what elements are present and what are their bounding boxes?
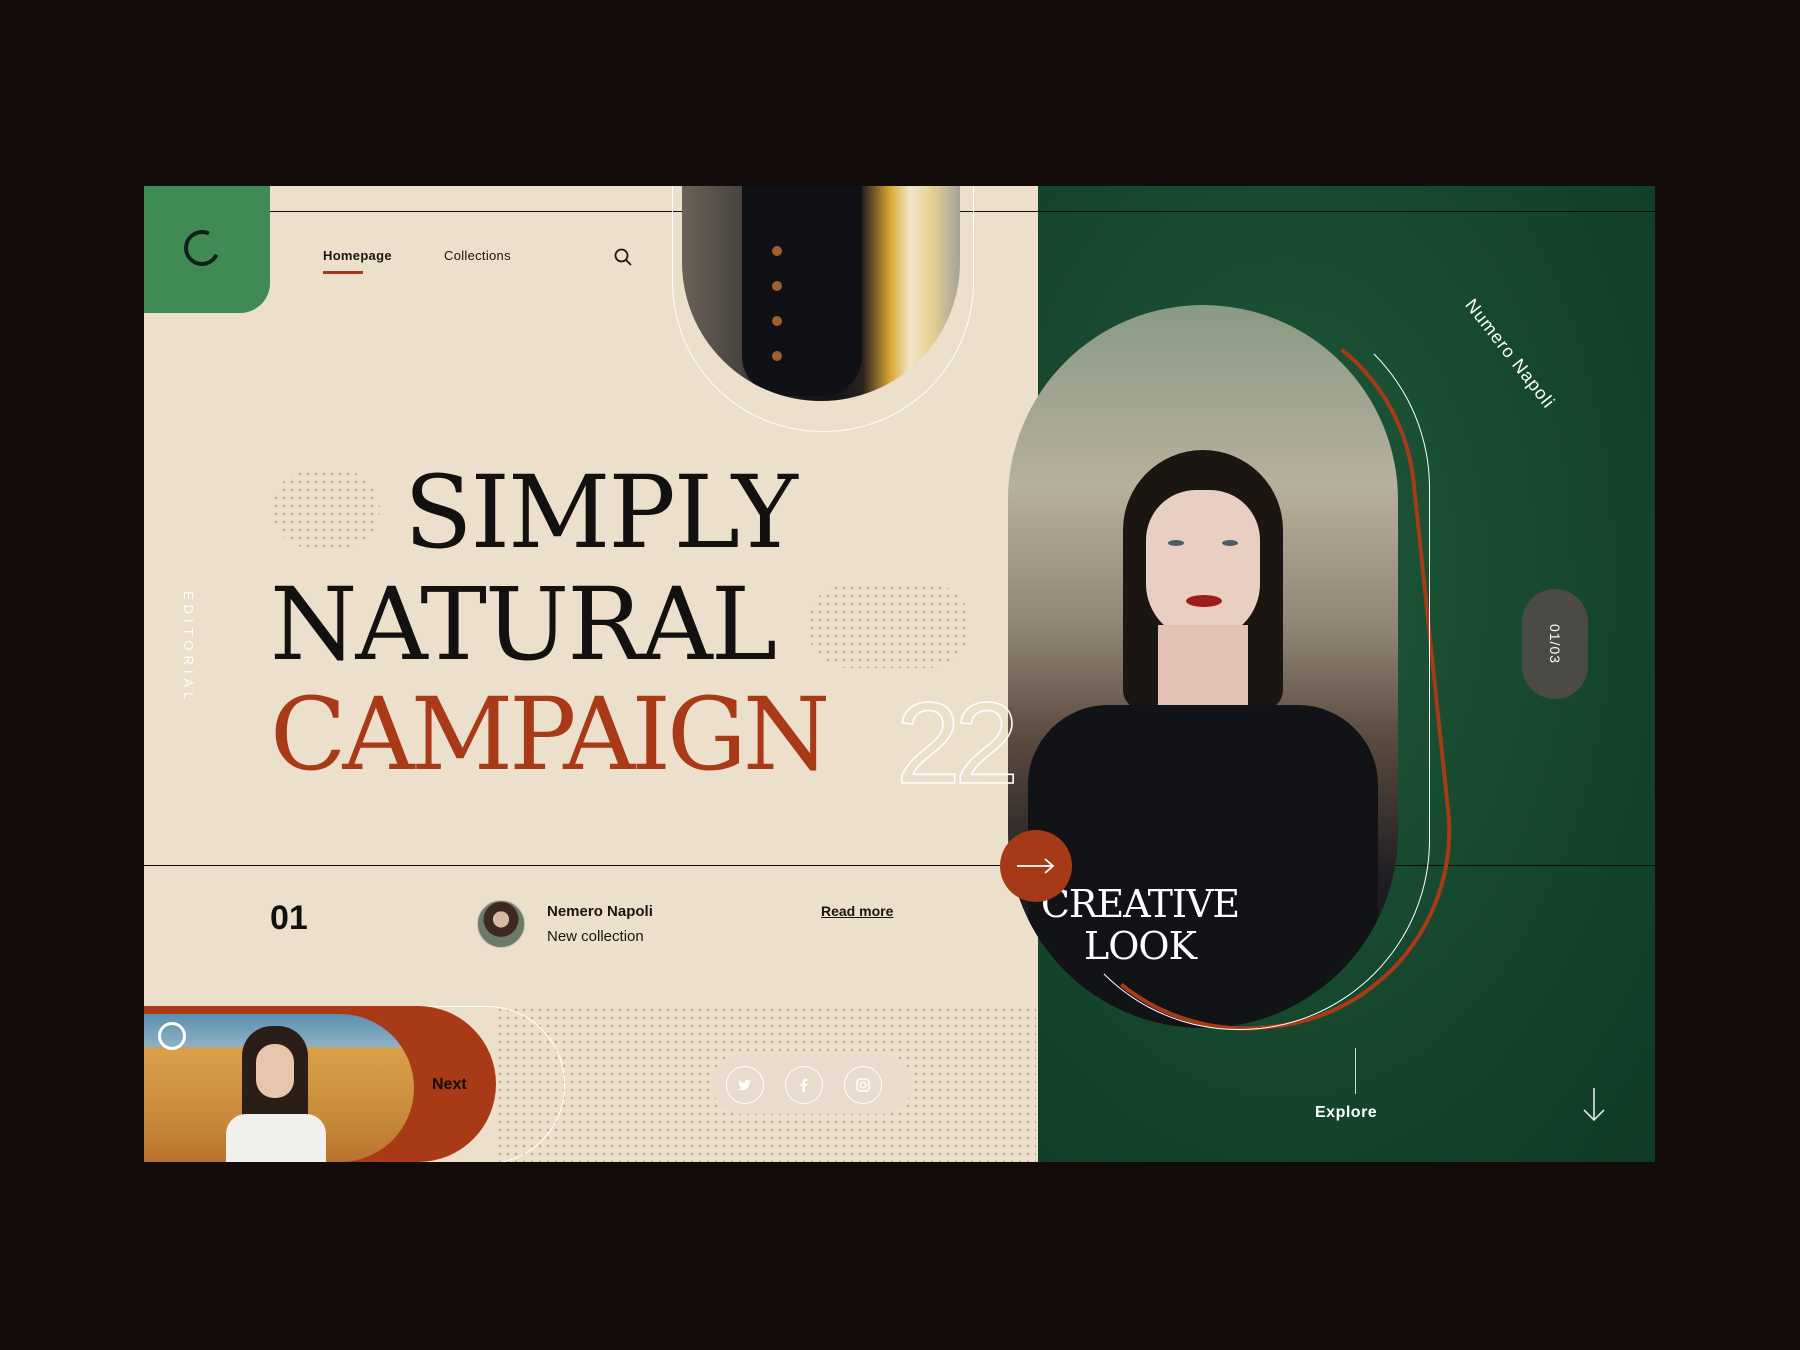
shirt-shape (226, 1114, 326, 1162)
author-subtitle: New collection (547, 928, 644, 945)
slide-counter-text: 01/03 (1546, 623, 1563, 665)
dot-pattern (272, 470, 380, 548)
caption-line1: CREATIVE (1040, 882, 1240, 926)
explore-divider (1355, 1048, 1356, 1094)
slide-counter: 01/03 (1522, 589, 1588, 699)
arrow-right-icon (1017, 858, 1055, 874)
logo-c-icon (178, 224, 226, 272)
face-shape (256, 1044, 294, 1098)
feature-index: 01 (270, 899, 308, 937)
ring-icon (158, 1022, 186, 1050)
explore-link[interactable]: Explore (1315, 1104, 1377, 1122)
nav-homepage[interactable]: Homepage (323, 248, 392, 263)
editorial-label: EDITORIAL (181, 591, 196, 705)
nav-collections[interactable]: Collections (444, 248, 511, 263)
facebook-icon[interactable] (785, 1066, 823, 1104)
nav-active-underline (323, 271, 363, 274)
avatar (477, 900, 525, 948)
dot-pattern (808, 584, 970, 668)
headline-line3: CAMPAIGN (270, 676, 830, 793)
arrow-down-icon[interactable] (1581, 1088, 1607, 1122)
instagram-icon[interactable] (844, 1066, 882, 1104)
headline-number: 22 (895, 677, 1020, 809)
caption-line2: LOOK (1084, 923, 1197, 968)
logo[interactable] (144, 186, 270, 313)
headline-line1: SIMPLY (404, 454, 798, 571)
headline-line2: NATURAL (270, 566, 777, 683)
creative-look-caption: CREATIVE LOOK (925, 882, 1355, 968)
next-label[interactable]: Next (432, 1076, 467, 1094)
twitter-icon[interactable] (726, 1066, 764, 1104)
author-name: Nemero Napoli (547, 903, 653, 920)
read-more-link[interactable]: Read more (821, 903, 893, 919)
next-arrow-button[interactable] (1000, 830, 1072, 902)
search-icon[interactable] (614, 248, 632, 266)
